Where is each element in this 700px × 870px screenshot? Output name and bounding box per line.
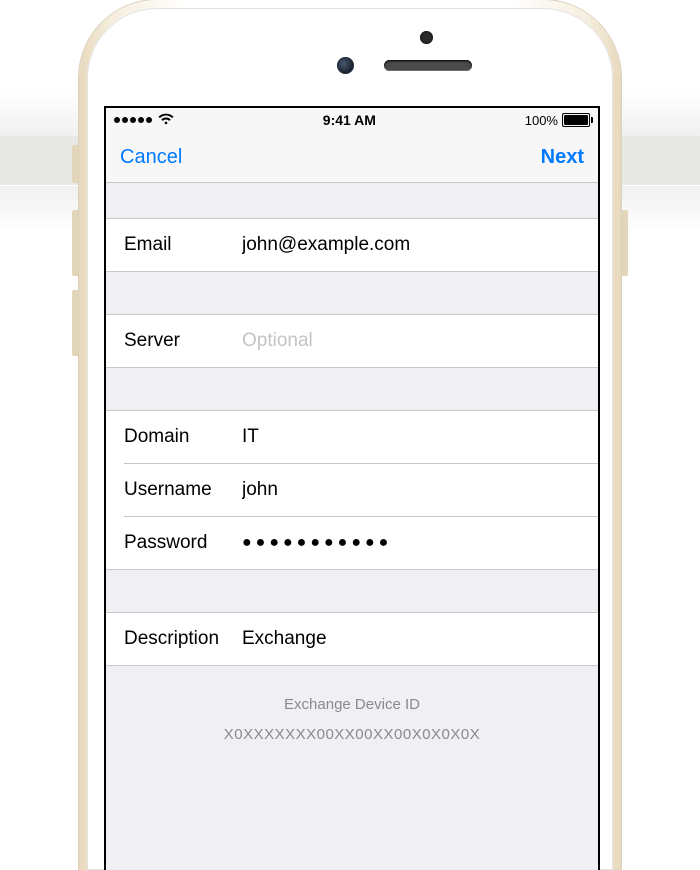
device-id-title: Exchange Device ID (116, 690, 588, 720)
username-field[interactable] (242, 479, 580, 501)
server-field[interactable] (242, 330, 580, 352)
email-label: Email (124, 234, 242, 256)
volume-down-button (72, 290, 79, 356)
description-field[interactable] (242, 628, 580, 650)
earpiece-speaker (384, 60, 472, 71)
password-label: Password (124, 532, 242, 554)
battery-icon (562, 113, 590, 127)
password-field[interactable] (242, 534, 580, 552)
domain-field[interactable] (242, 426, 580, 448)
status-time: 9:41 AM (323, 112, 376, 128)
front-camera (337, 57, 354, 74)
nav-bar: Cancel Next (106, 132, 598, 183)
domain-label: Domain (124, 426, 242, 448)
email-group: Email (106, 218, 598, 272)
server-group: Server (106, 314, 598, 368)
wifi-icon (158, 112, 174, 128)
footer: Exchange Device ID X0XXXXXXX00XX00XX00X0… (106, 666, 598, 750)
credentials-group: Domain Username Password (106, 410, 598, 570)
signal-dots-icon (114, 117, 152, 123)
server-label: Server (124, 330, 242, 352)
mute-switch (72, 145, 79, 183)
username-label: Username (124, 479, 242, 501)
cancel-button[interactable]: Cancel (120, 146, 182, 169)
power-button (621, 210, 628, 276)
volume-up-button (72, 210, 79, 276)
description-group: Description (106, 612, 598, 666)
device-id-value: X0XXXXXXX00XX00XX00X0X0X0X (116, 720, 588, 750)
description-label: Description (124, 628, 242, 650)
status-bar: 9:41 AM 100% (106, 108, 598, 132)
battery-indicator: 100% (525, 113, 590, 128)
proximity-sensor (420, 31, 433, 44)
battery-percentage: 100% (525, 113, 558, 128)
screen: 9:41 AM 100% Cancel Next Email Server (104, 106, 600, 870)
next-button[interactable]: Next (541, 146, 584, 169)
email-field[interactable] (242, 234, 580, 256)
